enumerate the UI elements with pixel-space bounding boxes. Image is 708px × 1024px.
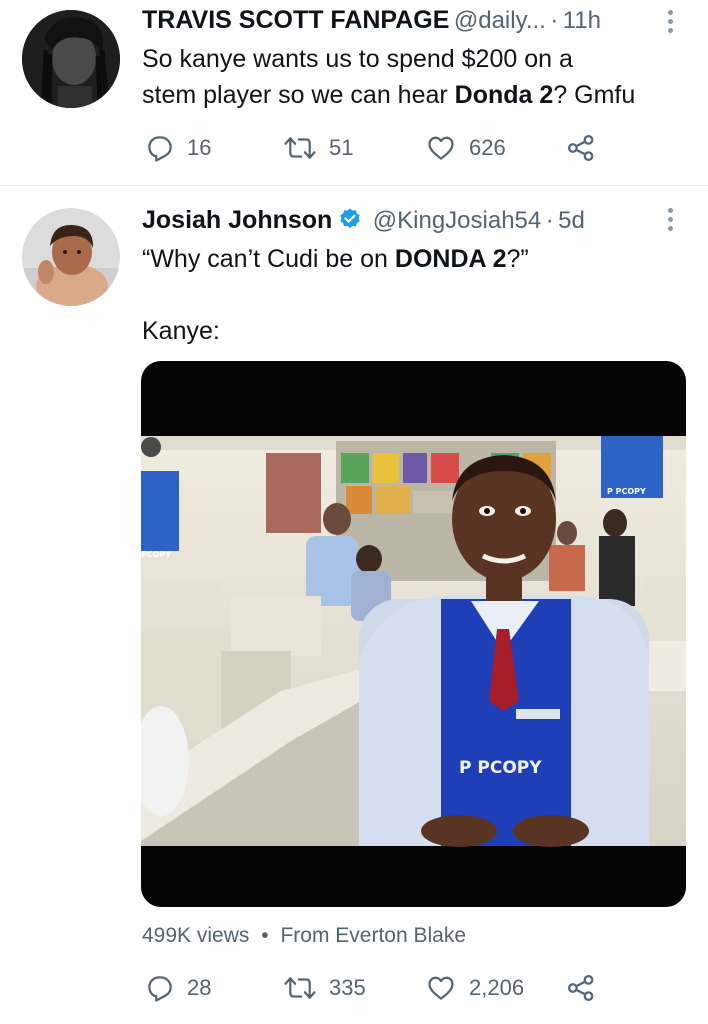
text-segment: stem player so we can hear bbox=[142, 81, 455, 109]
more-options-icon[interactable] bbox=[668, 208, 674, 235]
text-segment: ? Gmfu bbox=[553, 81, 636, 109]
video-media[interactable]: P PCOPY PCOPY P PCOPY bbox=[141, 361, 686, 907]
like-count: 626 bbox=[469, 135, 506, 160]
share-button[interactable] bbox=[566, 973, 596, 1003]
author-name[interactable]: Josiah Johnson bbox=[142, 206, 332, 234]
retweet-icon bbox=[284, 137, 316, 159]
like-count: 2,206 bbox=[469, 975, 525, 1000]
tweet-header: TRAVIS SCOTT FANPAGE @daily... · 11h bbox=[142, 6, 601, 35]
share-button[interactable] bbox=[566, 133, 596, 163]
tweet-divider bbox=[0, 185, 708, 186]
tweet-time[interactable]: 5d bbox=[558, 207, 585, 234]
text-bold-segment: Donda 2 bbox=[454, 81, 554, 109]
more-options-icon[interactable] bbox=[668, 10, 674, 37]
verified-badge-icon bbox=[340, 208, 361, 228]
avatar[interactable] bbox=[22, 208, 120, 306]
tweet-text-line-1: “Why can’t Cudi be on DONDA 2?” bbox=[142, 241, 702, 277]
text-segment: “Why can’t Cudi be on bbox=[142, 245, 395, 273]
tweet-header: Josiah Johnson @KingJosiah54 · 5d bbox=[142, 206, 585, 235]
like-button[interactable]: 2,206 bbox=[425, 973, 524, 1003]
text-bold-segment: DONDA 2 bbox=[394, 245, 507, 273]
tweet-text: “Why can’t Cudi be on DONDA 2?” Kanye: bbox=[142, 241, 702, 349]
avatar-image bbox=[22, 208, 120, 306]
share-icon bbox=[568, 975, 594, 1001]
reply-icon bbox=[148, 136, 172, 162]
avatar[interactable] bbox=[22, 10, 120, 108]
heart-icon bbox=[428, 136, 454, 160]
retweet-button[interactable]: 51 bbox=[283, 133, 353, 163]
tweet-time[interactable]: 11h bbox=[563, 7, 601, 34]
tweet-text-line-2: stem player so we can hear Donda 2? Gmfu bbox=[142, 77, 702, 113]
tweet-text-line-1: So kanye wants us to spend $200 on a bbox=[142, 45, 573, 73]
retweet-button[interactable]: 335 bbox=[283, 973, 366, 1003]
reply-count: 28 bbox=[187, 975, 212, 1000]
tweet-text-line-2: Kanye: bbox=[142, 317, 220, 345]
apron-text: P PCOPY bbox=[459, 758, 542, 778]
author-name[interactable]: TRAVIS SCOTT FANPAGE bbox=[142, 6, 449, 34]
retweet-count: 51 bbox=[329, 135, 354, 160]
reply-count: 16 bbox=[187, 135, 212, 160]
sign-text-left: PCOPY bbox=[141, 550, 171, 559]
avatar-image bbox=[22, 10, 120, 108]
separator-dot: · bbox=[545, 207, 554, 234]
separator-dot: · bbox=[550, 7, 559, 34]
retweet-icon bbox=[284, 977, 316, 999]
bullet-separator: • bbox=[261, 924, 269, 947]
like-button[interactable]: 626 bbox=[425, 133, 506, 163]
attribution[interactable]: From Everton Blake bbox=[280, 924, 466, 947]
reply-button[interactable]: 28 bbox=[145, 973, 211, 1003]
reply-button[interactable]: 16 bbox=[145, 133, 211, 163]
video-meta: 499K views • From Everton Blake bbox=[142, 924, 466, 948]
sign-text: P PCOPY bbox=[607, 487, 646, 496]
share-icon bbox=[568, 135, 594, 161]
author-handle[interactable]: @daily... bbox=[454, 7, 546, 34]
video-frame: P PCOPY PCOPY P PCOPY bbox=[141, 436, 686, 847]
author-handle[interactable]: @KingJosiah54 bbox=[373, 207, 541, 234]
reply-icon bbox=[148, 976, 172, 1002]
retweet-count: 335 bbox=[329, 975, 366, 1000]
view-count: 499K views bbox=[142, 924, 250, 947]
heart-icon bbox=[428, 976, 454, 1000]
text-segment: ?” bbox=[506, 245, 529, 273]
tweet-text: So kanye wants us to spend $200 on a ste… bbox=[142, 41, 702, 113]
